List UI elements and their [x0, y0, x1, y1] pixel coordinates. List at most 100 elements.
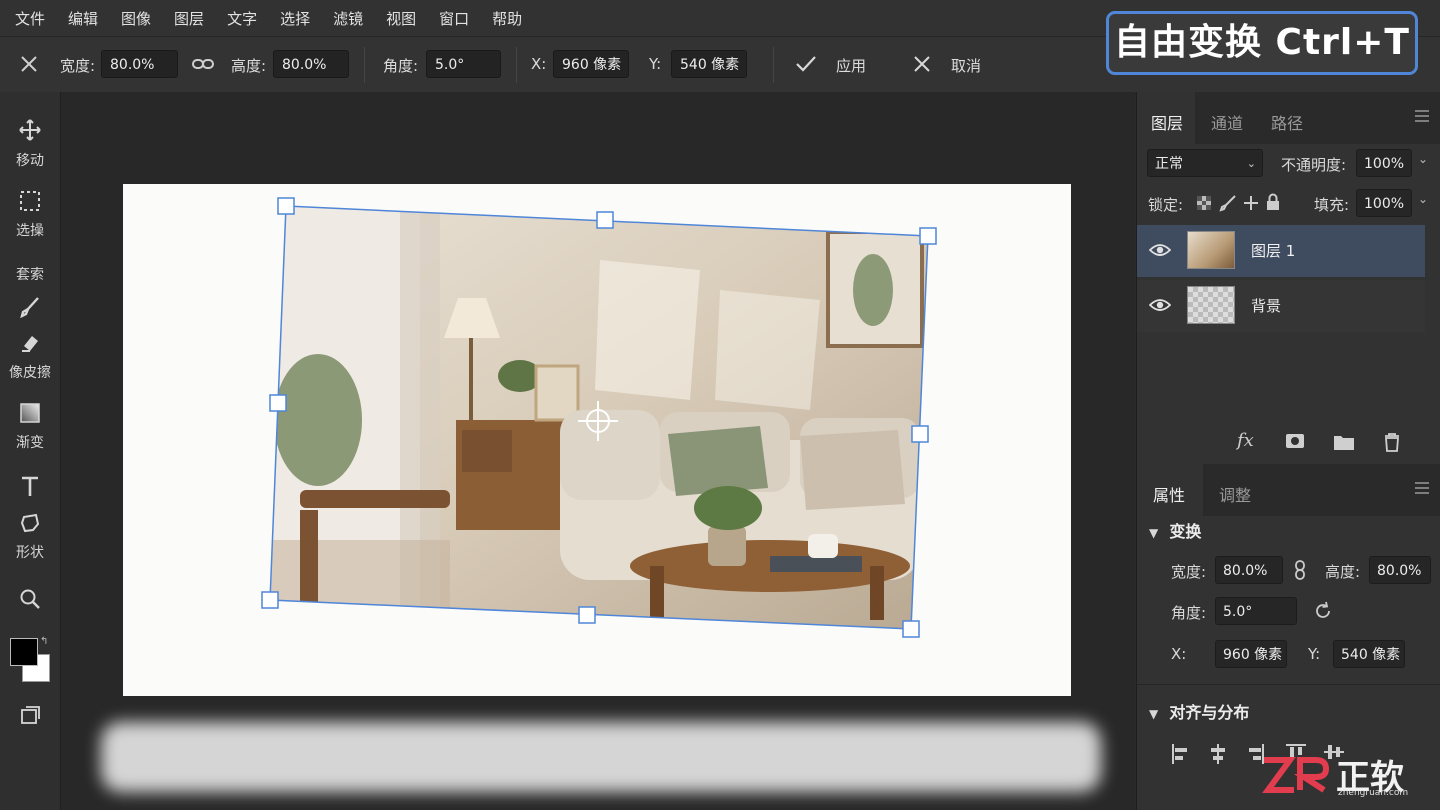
prop-width-field[interactable]: 80.0%: [1215, 556, 1283, 584]
shape-tool[interactable]: 形状: [0, 512, 60, 562]
foreground-color-swatch[interactable]: [10, 638, 38, 666]
chevron-down-icon: ⌄: [1246, 157, 1256, 170]
tab-channels[interactable]: 通道: [1211, 110, 1243, 134]
eraser-tool[interactable]: 像皮擦: [0, 332, 60, 382]
lasso-tool-label: 套索: [16, 267, 44, 283]
fill-label: 填充:: [1314, 196, 1350, 214]
marquee-tool[interactable]: 选操: [0, 190, 60, 240]
divider: [1137, 684, 1440, 685]
brush-tool[interactable]: [0, 296, 60, 322]
opacity-field[interactable]: 100%: [1356, 149, 1412, 177]
move-tool[interactable]: 移动: [0, 118, 60, 170]
opacity-label: 不通明度:: [1281, 156, 1347, 174]
lock-pixels-icon[interactable]: [1219, 194, 1237, 216]
gradient-tool[interactable]: 渐变: [0, 402, 60, 452]
divider: [516, 47, 517, 83]
layers-panel-tabs: 图层 通道 路径: [1137, 92, 1440, 144]
divider: [364, 47, 365, 83]
right-panel: 图层 通道 路径 正常 ⌄ 不通明度: 100% ⌄ 锁定: 填充: 100% …: [1136, 92, 1440, 810]
layer-thumbnail: [1187, 286, 1235, 324]
transform-section-toggle[interactable]: ▼ 变换: [1149, 518, 1201, 542]
menu-layer[interactable]: 图层: [174, 8, 204, 29]
swap-colors-icon[interactable]: ↰: [40, 636, 48, 647]
trash-icon[interactable]: [1383, 432, 1401, 456]
rotate-icon[interactable]: [1313, 601, 1333, 625]
tab-paths[interactable]: 路径: [1271, 110, 1303, 134]
tab-properties[interactable]: 属性: [1153, 482, 1185, 506]
prop-x-label: X:: [1171, 645, 1187, 663]
prop-y-field[interactable]: 540 像素: [1333, 640, 1405, 668]
triangle-down-icon: ▼: [1149, 707, 1159, 721]
watermark-logo: 正软 zhengruan.com: [1260, 750, 1432, 800]
lock-transparent-icon[interactable]: [1196, 195, 1212, 215]
width-field[interactable]: 80.0%: [101, 50, 178, 78]
color-swatches[interactable]: ↰: [9, 636, 51, 686]
layer-row-layer-1[interactable]: 图层 1: [1137, 225, 1425, 277]
visibility-eye-icon[interactable]: [1148, 297, 1172, 317]
add-mask-icon[interactable]: [1285, 432, 1305, 454]
align-left-edges-icon[interactable]: [1171, 743, 1189, 769]
lock-position-icon[interactable]: [1242, 194, 1260, 216]
menu-file[interactable]: 文件: [15, 8, 45, 29]
screen-mode-tool[interactable]: [0, 704, 60, 730]
menu-select[interactable]: 选择: [280, 8, 310, 29]
fx-icon[interactable]: fx: [1237, 430, 1254, 451]
menu-view[interactable]: 视图: [386, 8, 416, 29]
align-section-toggle[interactable]: ▼ 对齐与分布: [1149, 699, 1249, 723]
shape-icon: [0, 512, 60, 538]
menu-filter[interactable]: 滤镜: [333, 8, 363, 29]
prop-width-label: 宽度:: [1171, 563, 1207, 581]
canvas-area[interactable]: [61, 92, 1135, 810]
shape-tool-label: 形状: [16, 545, 44, 561]
height-label: 高度:: [231, 57, 267, 75]
y-label: Y:: [649, 55, 662, 73]
watermark-site: zhengruan.com: [1338, 788, 1409, 798]
link-icon[interactable]: [191, 55, 215, 77]
gradient-icon: [0, 402, 60, 428]
visibility-eye-icon[interactable]: [1148, 242, 1172, 262]
prop-x-field[interactable]: 960 像素: [1215, 640, 1287, 668]
height-field[interactable]: 80.0%: [273, 50, 349, 78]
lasso-tool[interactable]: 套索: [0, 260, 60, 284]
opacity-dropdown-icon[interactable]: ⌄: [1418, 152, 1428, 166]
menu-window[interactable]: 窗口: [439, 8, 469, 29]
tab-layers[interactable]: 图层: [1151, 110, 1183, 134]
brush-icon: [0, 296, 60, 322]
prop-angle-field[interactable]: 5.0°: [1215, 597, 1297, 625]
panel-menu-icon[interactable]: [1413, 480, 1431, 500]
divider: [773, 47, 774, 83]
panel-menu-icon[interactable]: [1413, 108, 1431, 128]
menu-edit[interactable]: 编辑: [68, 8, 98, 29]
lock-all-icon[interactable]: [1265, 193, 1281, 215]
menu-type[interactable]: 文字: [227, 8, 257, 29]
cancel-transform-button[interactable]: 取消: [911, 51, 991, 79]
blend-mode-select[interactable]: 正常 ⌄: [1147, 149, 1263, 177]
tab-adjustments[interactable]: 调整: [1219, 482, 1251, 506]
menu-image[interactable]: 图像: [121, 8, 151, 29]
menu-help[interactable]: 帮助: [492, 8, 522, 29]
type-tool[interactable]: [0, 474, 60, 502]
align-horizontal-centers-icon[interactable]: [1209, 743, 1227, 769]
prop-height-field[interactable]: 80.0%: [1369, 556, 1431, 584]
zoom-tool[interactable]: [0, 588, 60, 614]
layer-name: 图层 1: [1251, 242, 1296, 260]
angle-field[interactable]: 5.0°: [426, 50, 501, 78]
folder-icon[interactable]: [1333, 433, 1355, 455]
prop-angle-label: 角度:: [1171, 604, 1207, 622]
link-icon[interactable]: [1293, 559, 1307, 585]
layer-thumbnail: [1187, 231, 1235, 269]
layer-row-background[interactable]: 背景: [1137, 280, 1425, 332]
lock-label: 锁定:: [1148, 196, 1184, 214]
fill-field[interactable]: 100%: [1356, 189, 1412, 217]
move-tool-label: 移动: [16, 153, 44, 169]
commit-transform-button[interactable]: 应用: [794, 51, 874, 79]
fill-dropdown-icon[interactable]: ⌄: [1418, 192, 1428, 206]
close-icon[interactable]: [18, 53, 40, 79]
angle-label: 角度:: [383, 57, 419, 75]
gradient-tool-label: 渐变: [16, 435, 44, 451]
checkmark-icon: [794, 53, 818, 79]
x-field[interactable]: 960 像素: [553, 50, 629, 78]
move-icon: [0, 118, 60, 146]
transformed-layer[interactable]: [61, 92, 1135, 810]
y-field[interactable]: 540 像素: [671, 50, 747, 78]
